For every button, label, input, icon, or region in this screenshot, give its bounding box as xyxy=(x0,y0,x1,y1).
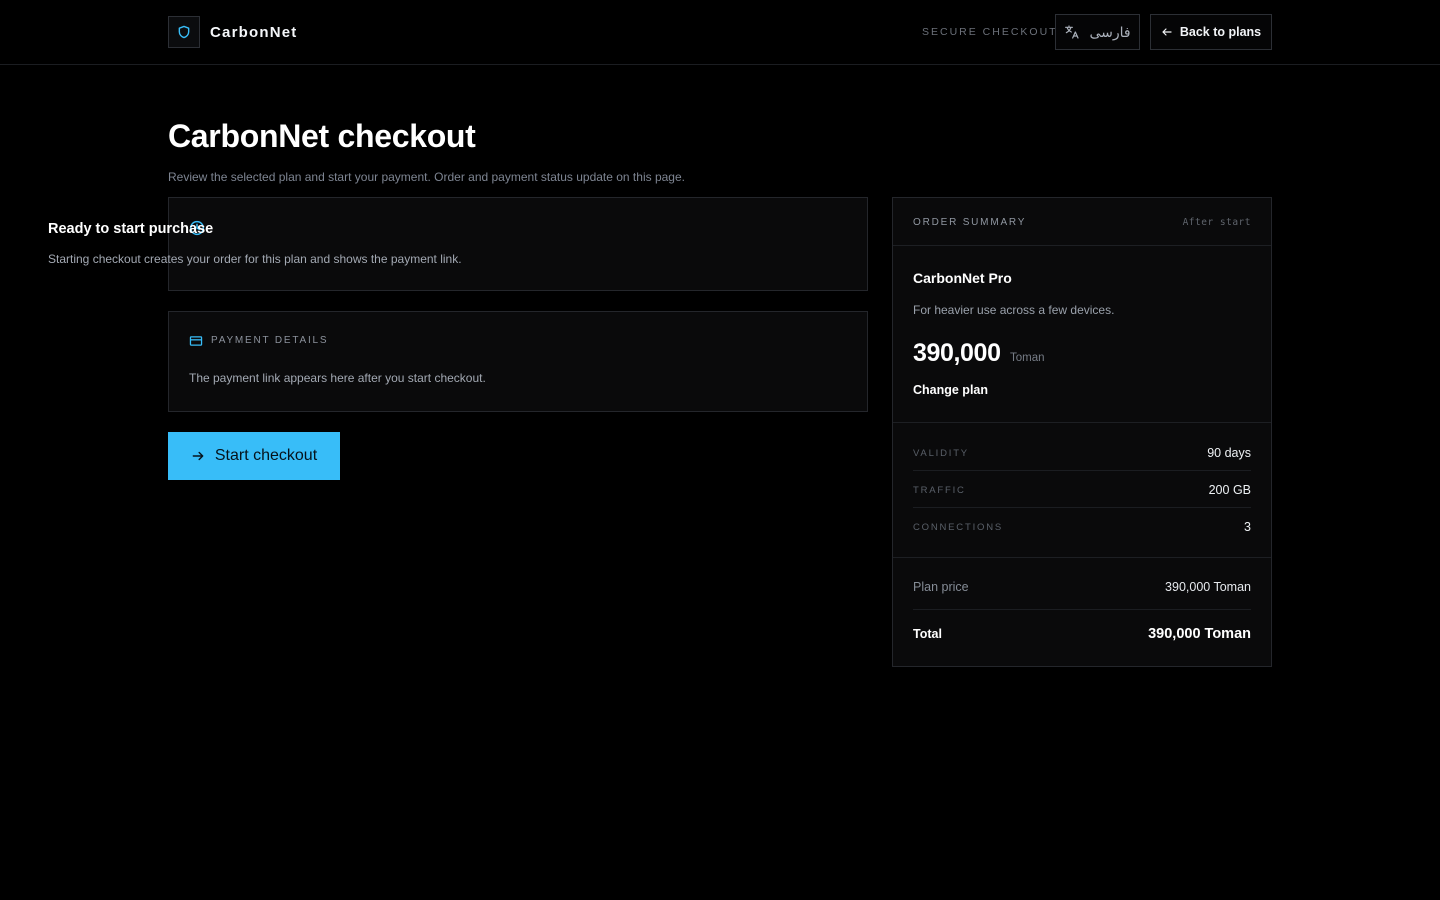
page-subtitle: Review the selected plan and start your … xyxy=(168,170,685,184)
divider xyxy=(893,422,1271,423)
order-summary-card: ORDER SUMMARY After start CarbonNet Pro … xyxy=(892,197,1272,667)
row-divider xyxy=(913,609,1251,610)
start-checkout-label: Start checkout xyxy=(214,447,318,464)
spec-value-validity: 90 days xyxy=(1207,446,1251,460)
credit-card-icon xyxy=(189,336,203,346)
plan-currency: Toman xyxy=(1010,352,1045,364)
back-to-plans-button[interactable]: Back to plans xyxy=(1150,14,1272,50)
top-bar: CarbonNet SECURE CHECKOUT فارسی Back to … xyxy=(0,0,1440,65)
start-checkout-button[interactable]: Start checkout xyxy=(168,432,340,480)
back-to-plans-label: Back to plans xyxy=(1179,25,1262,39)
change-plan-link[interactable]: Change plan xyxy=(913,383,988,397)
purchase-status-card xyxy=(168,197,868,291)
plan-price-value: 390,000 Toman xyxy=(1165,580,1251,594)
after-start-label: After start xyxy=(1182,217,1251,228)
total-value: 390,000 Toman xyxy=(1148,626,1251,642)
spec-label-traffic: TRAFFIC xyxy=(913,485,966,496)
spec-value-traffic: 200 GB xyxy=(1208,483,1251,497)
brand[interactable]: CarbonNet xyxy=(168,16,297,48)
spec-label-validity: VALIDITY xyxy=(913,448,969,459)
plan-price-label: Plan price xyxy=(913,580,969,594)
payment-details-label: PAYMENT DETAILS xyxy=(211,335,329,346)
total-label: Total xyxy=(913,627,942,641)
divider xyxy=(893,557,1271,558)
page-title: CarbonNet checkout xyxy=(168,118,476,154)
payment-details-text: The payment link appears here after you … xyxy=(189,371,486,385)
plan-name: CarbonNet Pro xyxy=(913,270,1012,286)
status-text: Starting checkout creates your order for… xyxy=(48,252,462,266)
spec-label-connections: CONNECTIONS xyxy=(913,522,1003,533)
secure-checkout-label: SECURE CHECKOUT xyxy=(922,26,1058,38)
status-title: Ready to start purchase xyxy=(48,221,214,237)
row-divider xyxy=(913,470,1251,471)
row-divider xyxy=(913,507,1251,508)
payment-details-card: PAYMENT DETAILS The payment link appears… xyxy=(168,311,868,412)
plan-description: For heavier use across a few devices. xyxy=(913,303,1115,317)
shield-icon xyxy=(178,25,190,39)
arrow-right-icon xyxy=(192,451,204,461)
brand-logo xyxy=(168,16,200,48)
translate-icon xyxy=(1065,25,1080,39)
brand-name: CarbonNet xyxy=(210,23,298,41)
order-summary-header: ORDER SUMMARY After start xyxy=(893,198,1271,246)
language-label: فارسی xyxy=(1089,23,1131,40)
spec-value-connections: 3 xyxy=(1244,520,1251,534)
language-button[interactable]: فارسی xyxy=(1055,14,1140,50)
order-summary-label: ORDER SUMMARY xyxy=(913,217,1027,228)
arrow-left-icon xyxy=(1162,28,1172,36)
plan-price: 390,000 xyxy=(913,339,1001,367)
